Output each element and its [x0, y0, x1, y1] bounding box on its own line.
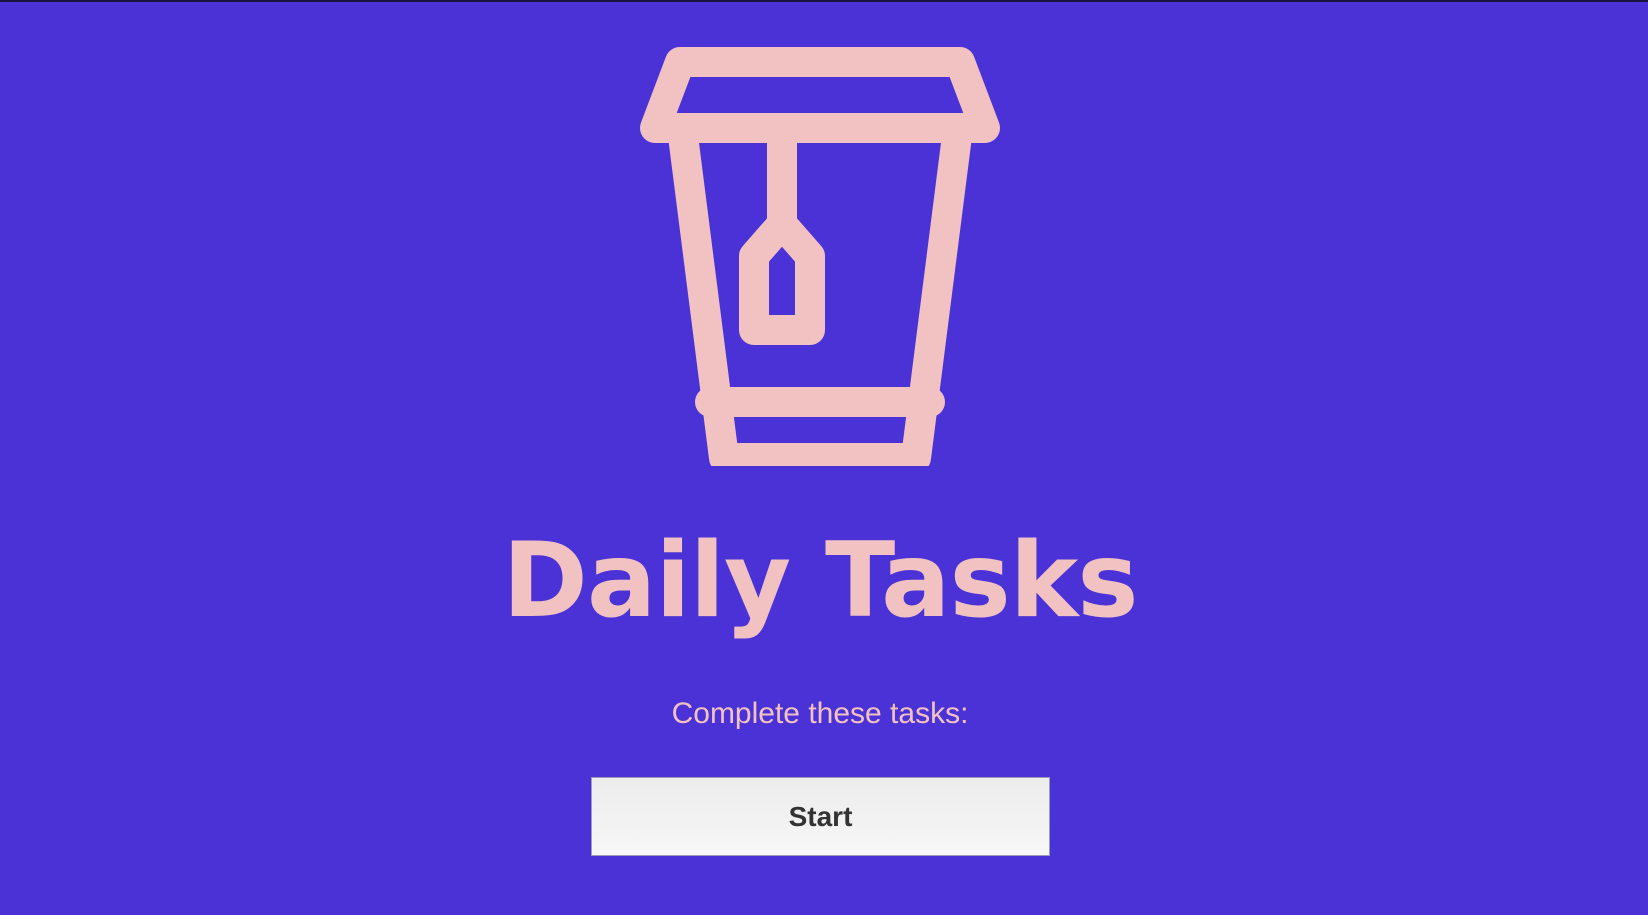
start-button[interactable]: Start: [591, 777, 1050, 856]
page-subtitle: Complete these tasks:: [671, 697, 969, 730]
tea-cup-icon: [640, 47, 1000, 466]
page-title: Daily Tasks: [502, 521, 1138, 641]
landing-screen: Daily Tasks Complete these tasks: Start: [0, 2, 1648, 915]
